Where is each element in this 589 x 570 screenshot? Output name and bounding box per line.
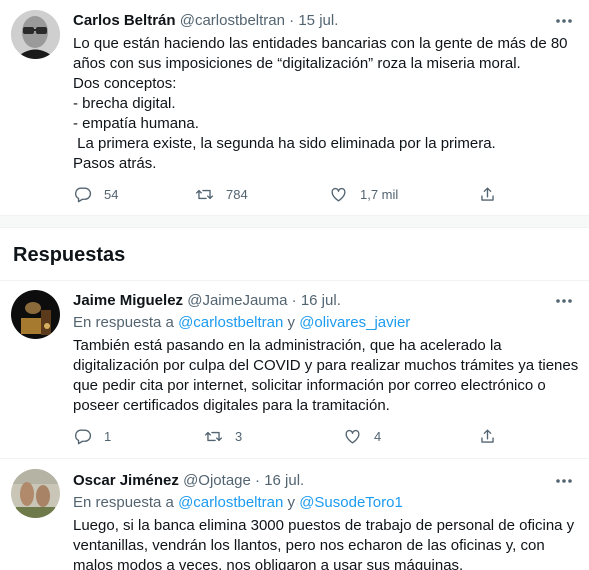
mention-link[interactable]: @carlostbeltran [178,494,283,511]
tweet-line: La primera existe, la segunda ha sido el… [73,135,496,152]
tweet-line: que pedir cita por internet, solicitar i… [73,377,546,394]
tweet-header: Jaime Miguelez @JaimeJauma · 16 jul. [73,291,341,311]
retweet-count: 784 [226,186,248,202]
retweet-icon [195,189,214,199]
ellipsis-icon [556,479,572,483]
reply-and: y [287,314,296,331]
more-options-button[interactable] [553,291,575,311]
heart-icon [345,429,360,444]
author-handle[interactable]: @Ojotage [183,472,251,489]
avatar[interactable] [11,290,60,339]
reply-icon [75,428,92,444]
tweet-line: años con sus imposiciones de “digitaliza… [73,55,521,72]
author-handle[interactable]: @JaimeJauma [187,292,287,309]
avatar[interactable] [11,10,60,59]
tweet-line: Lo que están haciendo las entidades banc… [73,35,568,52]
mention-link[interactable]: @carlostbeltran [178,314,283,331]
tweet-text: Lo que están haciendo las entidades banc… [73,34,578,174]
tweet-line: malos modos a veces, nos obligaron a usa… [73,557,464,570]
author-name[interactable]: Jaime Miguelez [73,292,183,309]
reply-count: 1 [104,428,112,444]
reply-prefix: En respuesta a [73,314,174,331]
mention-link[interactable]: @olivares_javier [299,314,410,331]
main-tweet: Carlos Beltrán @carlostbeltran · 15 jul.… [0,0,589,215]
reply-tweet[interactable]: Oscar Jiménez @Ojotage · 16 jul. En resp… [0,459,589,570]
avatar-photo [11,290,60,339]
tweet-line: Dos conceptos: [73,75,177,92]
tweet-date[interactable]: 16 jul. [264,472,304,489]
section-separator [0,215,589,228]
ellipsis-icon [556,299,572,303]
retweet-icon [204,431,223,441]
avatar-photo [11,10,60,59]
tweet-line: Pasos atrás. [73,155,157,172]
tweet-line: También está pasando en la administració… [73,337,502,354]
reply-context: En respuesta a @carlostbeltran y @Susode… [73,493,403,513]
more-options-button[interactable] [553,471,575,491]
tweet-text: Luego, si la banca elimina 3000 puestos … [73,516,578,570]
author-name[interactable]: Oscar Jiménez [73,472,179,489]
author-handle[interactable]: @carlostbeltran [180,12,285,29]
tweet-actions: 54 784 1,7 mil [73,183,513,205]
like-count: 4 [374,428,382,444]
like-count: 1,7 mil [360,186,399,202]
share-icon [481,428,494,443]
reply-tweet[interactable]: Jaime Miguelez @JaimeJauma · 16 jul. En … [0,281,589,458]
meta-separator: · [289,12,295,29]
reply-button[interactable]: 54 [73,183,118,205]
like-button[interactable]: 4 [343,425,381,447]
like-button[interactable]: 1,7 mil [329,183,398,205]
meta-separator: · [291,292,297,309]
meta-separator: · [255,472,261,489]
tweet-header: Oscar Jiménez @Ojotage · 16 jul. [73,471,304,491]
tweet-line: digitalización por culpa del COVID y par… [73,357,579,374]
section-title: Respuestas [13,244,126,266]
avatar-photo [11,469,60,518]
share-icon [481,186,494,201]
tweet-date[interactable]: 16 jul. [301,292,341,309]
mention-link[interactable]: @SusodeToro1 [299,494,403,511]
tweet-actions: 1 3 4 [73,425,513,447]
reply-icon [75,186,92,202]
tweet-header: Carlos Beltrán @carlostbeltran · 15 jul. [73,11,338,31]
share-button[interactable] [478,425,497,447]
tweet-line: ventanillas, vendrán los llantos, pero n… [73,537,545,554]
retweet-count: 3 [235,428,243,444]
author-name[interactable]: Carlos Beltrán [73,12,176,29]
more-options-button[interactable] [553,11,575,31]
reply-count: 54 [104,186,119,202]
tweet-line: - brecha digital. [73,95,176,112]
retweet-button[interactable]: 784 [195,183,248,205]
heart-icon [331,187,346,202]
retweet-button[interactable]: 3 [204,425,242,447]
tweet-line: poseer certificados digitales para la tr… [73,397,390,414]
ellipsis-icon [556,19,572,23]
tweet-line: Luego, si la banca elimina 3000 puestos … [73,517,575,534]
avatar[interactable] [11,469,60,518]
reply-prefix: En respuesta a [73,494,174,511]
tweet-date[interactable]: 15 jul. [298,12,338,29]
tweet-text: También está pasando en la administració… [73,336,578,416]
tweet-line: - empatía humana. [73,115,199,132]
reply-button[interactable]: 1 [73,425,111,447]
reply-context: En respuesta a @carlostbeltran y @olivar… [73,313,410,333]
share-button[interactable] [478,183,497,205]
reply-and: y [287,494,296,511]
